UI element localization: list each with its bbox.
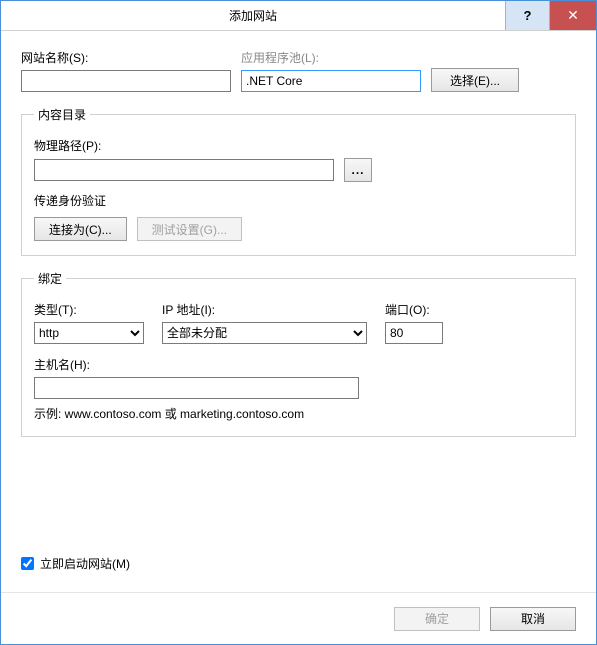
auth-buttons: 连接为(C)... 测试设置(G)... <box>34 217 563 241</box>
binding-ip-select[interactable]: 全部未分配 <box>162 322 367 344</box>
start-immediately-checkbox[interactable] <box>21 557 34 570</box>
connect-as-button[interactable]: 连接为(C)... <box>34 217 127 241</box>
binding-host-input[interactable] <box>34 377 359 399</box>
start-immediately-row: 立即启动网站(M) <box>21 555 576 572</box>
apppool-label: 应用程序池(L): <box>241 49 421 66</box>
binding-example-text: 示例: www.contoso.com 或 marketing.contoso.… <box>34 405 563 422</box>
physical-path-input[interactable] <box>34 159 334 181</box>
apppool-input[interactable] <box>241 70 421 92</box>
close-button[interactable]: ✕ <box>550 1 596 30</box>
site-name-label: 网站名称(S): <box>21 49 231 66</box>
physical-path-field: 物理路径(P): ... <box>34 137 563 182</box>
titlebar-buttons: ? ✕ <box>505 1 596 30</box>
binding-port-field: 端口(O): <box>385 301 443 344</box>
dialog-title: 添加网站 <box>1 7 505 24</box>
start-immediately-label: 立即启动网站(M) <box>40 555 130 572</box>
binding-ip-label: IP 地址(I): <box>162 301 367 318</box>
binding-port-input[interactable] <box>385 322 443 344</box>
test-settings-button: 测试设置(G)... <box>137 217 242 241</box>
dialog-footer: 确定 取消 <box>1 592 596 644</box>
content-directory-group: 内容目录 物理路径(P): ... 传递身份验证 连接为(C)... 测试设置(… <box>21 106 576 256</box>
binding-row-1: 类型(T): http IP 地址(I): 全部未分配 端口(O): <box>34 301 563 344</box>
binding-group: 绑定 类型(T): http IP 地址(I): 全部未分配 端口(O): 主机… <box>21 270 576 437</box>
site-name-input[interactable] <box>21 70 231 92</box>
binding-port-label: 端口(O): <box>385 301 443 318</box>
binding-legend: 绑定 <box>34 270 66 287</box>
passthrough-auth-label: 传递身份验证 <box>34 192 563 209</box>
content-directory-legend: 内容目录 <box>34 106 90 123</box>
ok-button: 确定 <box>394 607 480 631</box>
help-button[interactable]: ? <box>505 1 550 30</box>
select-apppool-button[interactable]: 选择(E)... <box>431 68 519 92</box>
apppool-field: 应用程序池(L): <box>241 49 421 92</box>
binding-type-field: 类型(T): http <box>34 301 144 344</box>
binding-host-field: 主机名(H): <box>34 356 563 399</box>
titlebar: 添加网站 ? ✕ <box>1 1 596 31</box>
binding-host-label: 主机名(H): <box>34 356 563 373</box>
site-row: 网站名称(S): 应用程序池(L): 选择(E)... <box>21 49 576 92</box>
physical-path-label: 物理路径(P): <box>34 137 563 154</box>
browse-path-button[interactable]: ... <box>344 158 372 182</box>
binding-type-select[interactable]: http <box>34 322 144 344</box>
dialog-content: 网站名称(S): 应用程序池(L): 选择(E)... 内容目录 物理路径(P)… <box>1 31 596 584</box>
binding-ip-field: IP 地址(I): 全部未分配 <box>162 301 367 344</box>
binding-type-label: 类型(T): <box>34 301 144 318</box>
cancel-button[interactable]: 取消 <box>490 607 576 631</box>
site-name-field: 网站名称(S): <box>21 49 231 92</box>
